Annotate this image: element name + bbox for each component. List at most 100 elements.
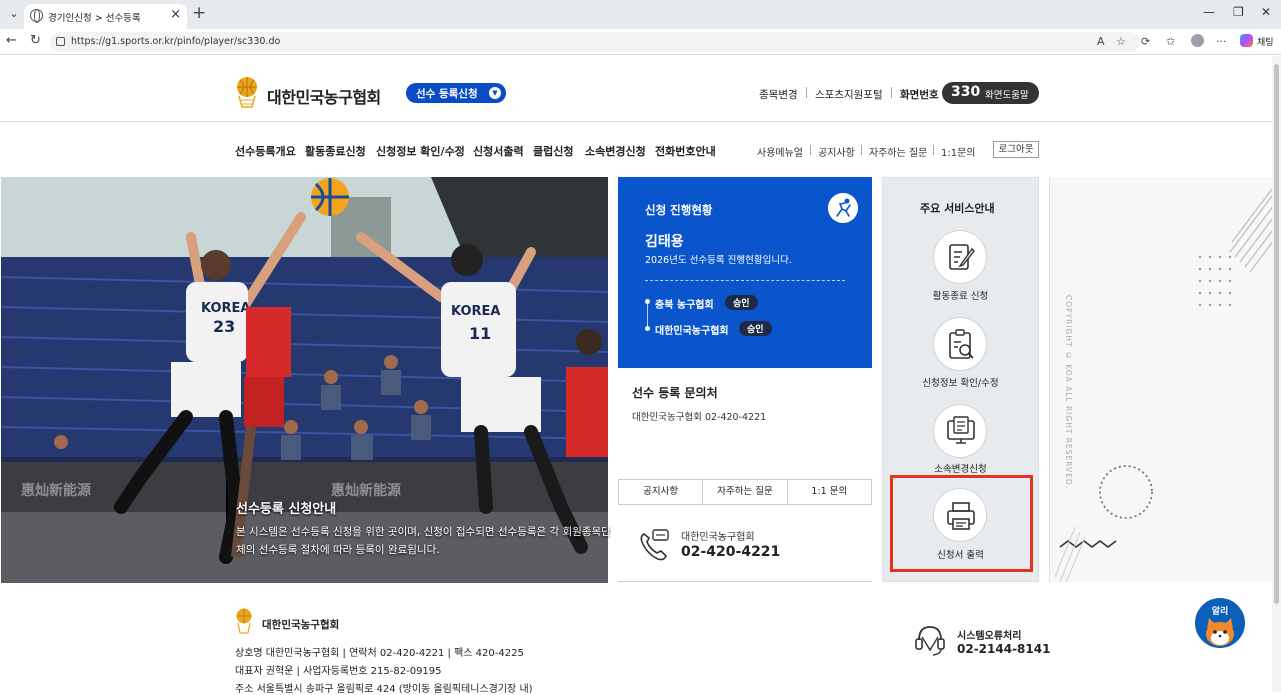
tab-title: 경기인신청 > 선수등록 <box>48 13 141 24</box>
phone-chat-icon <box>640 529 669 561</box>
step-org: 충북 농구협회 <box>655 300 714 311</box>
service-select-label: 선수 등록신청 <box>416 88 478 100</box>
screen-number: 330 <box>951 84 981 100</box>
tab-close-icon[interactable]: × <box>170 7 181 22</box>
status-badge: 승인 <box>739 321 772 336</box>
timeline-dot <box>645 299 650 304</box>
screen-help-label: 화면도움말 <box>985 90 1029 101</box>
applicant-name: 김태용 <box>645 234 684 250</box>
org-name[interactable]: 대한민국농구협회 <box>267 84 381 108</box>
close-window-icon[interactable]: ✕ <box>1261 5 1271 19</box>
tab-faq[interactable]: 자주하는 질문 <box>703 480 788 504</box>
confirm-edit-button[interactable] <box>933 317 987 371</box>
divider <box>891 87 892 98</box>
service-panel-title: 주요 서비스안내 <box>920 202 995 215</box>
timeline-dot <box>645 326 650 331</box>
gnb-confirm-edit[interactable]: 신청정보 확인/수정 <box>376 143 465 159</box>
screen-number-label: 화면번호 <box>900 89 939 101</box>
hero-text: 본 시스템은 선수등록 신청을 위한 곳이며, 신청이 접수되면 선수등록은 각… <box>236 526 611 556</box>
url-text: https://g1.sports.or.kr/pinfo/player/sc3… <box>71 36 281 47</box>
divider <box>861 145 862 155</box>
gnb-activity-end[interactable]: 활동종료신청 <box>305 143 366 159</box>
gnb-club[interactable]: 클럽신청 <box>533 143 573 159</box>
profile-avatar-icon[interactable] <box>1191 34 1204 47</box>
new-tab-icon[interactable]: + <box>192 3 206 23</box>
inquiry-title: 선수 등록 문의처 <box>632 386 718 400</box>
svg-text:23: 23 <box>213 317 235 336</box>
restore-icon[interactable]: ❐ <box>1233 5 1244 19</box>
error-handling-number: 02-2144-8141 <box>957 642 1051 656</box>
sports-portal-link[interactable]: 스포츠지원포털 <box>815 87 883 102</box>
minimize-icon[interactable]: — <box>1203 5 1215 19</box>
gnb-transfer[interactable]: 소속변경신청 <box>585 143 646 159</box>
transfer-button[interactable] <box>933 404 987 458</box>
tab-notice[interactable]: 공지사항 <box>619 480 704 504</box>
extensions-icon[interactable]: ⟳ <box>1141 35 1150 48</box>
back-icon[interactable]: ← <box>6 33 17 48</box>
footer-line-3: 주소 서울특별시 송파구 올림픽로 424 (방이동 올림픽테니스경기장 내) <box>235 684 533 695</box>
basketball-logo-icon <box>236 608 252 634</box>
site-info-icon[interactable] <box>56 37 65 46</box>
phone-number: 02-420-4221 <box>681 544 781 560</box>
inquiry-link[interactable]: 1:1문의 <box>941 144 976 159</box>
divider <box>810 145 811 155</box>
notice-link[interactable]: 공지사항 <box>818 144 855 159</box>
divider <box>806 87 807 98</box>
more-menu-icon[interactable]: ··· <box>1216 35 1227 48</box>
manual-link[interactable]: 사용메뉴얼 <box>757 144 803 159</box>
step-org: 대한민국농구협회 <box>655 326 729 337</box>
tab-list-chevron-icon[interactable]: ⌄ <box>4 5 24 23</box>
error-handling-title: 시스템오류처리 <box>957 631 1022 642</box>
footer-line-1: 상호명 대한민국농구협회 | 연락처 02-420-4221 | 팩스 420-… <box>235 648 524 659</box>
gnb-overview[interactable]: 선수등록개요 <box>235 143 296 159</box>
refresh-icon[interactable]: ↻ <box>30 33 41 48</box>
favorites-icon[interactable]: ✩ <box>1166 35 1175 48</box>
footer-line-2: 대표자 권혁운 | 사업자등록번호 215-82-09195 <box>235 666 442 677</box>
logout-button[interactable]: 로그아웃 <box>993 141 1039 158</box>
inquiry-contact: 대한민국농구협회 02-420-4221 <box>632 412 767 423</box>
svg-text:惠灿新能源: 惠灿新能源 <box>21 482 91 499</box>
header-divider <box>0 121 1272 122</box>
tab-inquiry[interactable]: 1:1 문의 <box>788 480 871 504</box>
divider <box>618 581 872 582</box>
read-aloud-icon[interactable]: A <box>1097 35 1105 48</box>
dashed-divider <box>645 280 845 281</box>
basketball-logo-icon[interactable] <box>235 76 259 108</box>
hero-title: 선수등록 신청안내 <box>236 502 337 517</box>
transfer-label[interactable]: 소속변경신청 <box>882 461 1039 475</box>
status-badge: 승인 <box>725 295 758 310</box>
globe-icon <box>30 9 43 23</box>
scrollbar-thumb[interactable] <box>1274 64 1279 604</box>
svg-text:11: 11 <box>469 324 491 343</box>
document-pen-icon <box>949 244 975 270</box>
gnb-print[interactable]: 신청서출력 <box>473 143 524 159</box>
divider <box>933 145 934 155</box>
change-sport-link[interactable]: 종목변경 <box>759 87 798 102</box>
gnb-phone-guide[interactable]: 전화번호안내 <box>655 143 716 159</box>
browser-tab-bar: ⌄ 경기인신청 > 선수등록 × + — ❐ ✕ <box>0 0 1281 29</box>
decoration-panel <box>1049 177 1272 582</box>
chatbot-label: 알리 <box>1211 607 1229 617</box>
basketball-player-icon <box>828 193 858 223</box>
progress-title: 신청 진행현황 <box>645 203 713 217</box>
browser-tab[interactable]: 경기인신청 > 선수등록 × <box>24 4 187 29</box>
chatbot-button[interactable]: 알리 <box>1195 598 1245 648</box>
quick-tabs: 공지사항 자주하는 질문 1:1 문의 <box>618 479 872 505</box>
favorite-star-icon[interactable]: ☆ <box>1116 35 1126 48</box>
service-select[interactable]: 선수 등록신청 ▼ <box>406 83 506 103</box>
svg-text:KOREA: KOREA <box>451 304 501 319</box>
confirm-edit-label[interactable]: 신청정보 확인/수정 <box>882 375 1039 389</box>
headset-icon <box>915 626 945 656</box>
copilot-icon[interactable] <box>1240 34 1253 47</box>
screen-help-button[interactable]: 330 화면도움말 <box>942 82 1039 104</box>
activity-end-button[interactable] <box>933 230 987 284</box>
chat-label[interactable]: 채팅 <box>1257 35 1274 48</box>
activity-end-label[interactable]: 활동종료 신청 <box>882 288 1039 302</box>
decorative-pattern <box>1054 188 1272 582</box>
copyright-text: COPYRIGHT © KOA ALL RIGHT RESERVED. <box>1064 295 1073 490</box>
highlight-box <box>890 475 1033 572</box>
faq-link[interactable]: 자주하는 질문 <box>869 144 927 159</box>
url-field[interactable]: https://g1.sports.or.kr/pinfo/player/sc3… <box>50 32 1140 52</box>
chevron-down-icon: ▼ <box>489 87 501 99</box>
clipboard-search-icon <box>949 329 974 359</box>
